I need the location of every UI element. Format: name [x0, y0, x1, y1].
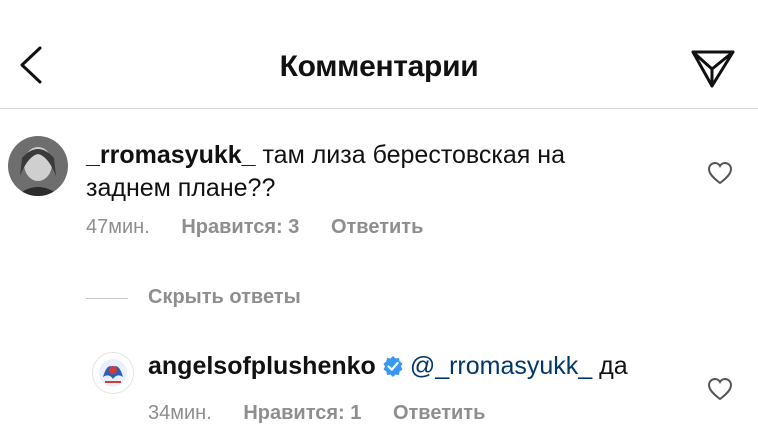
reply-mention-link[interactable]: @_rromasyukk_ [410, 352, 592, 380]
reply-time: 34мин. [148, 402, 212, 424]
heart-icon [707, 377, 733, 401]
user-photo-icon [8, 136, 68, 196]
reply-avatar[interactable] [92, 352, 134, 394]
reply-reply-button[interactable]: Ответить [393, 402, 485, 424]
avatar[interactable] [8, 136, 68, 196]
comment-text: _rromasyukk_ там лиза берестовская на за… [86, 139, 646, 205]
reply-meta: 34мин. Нравится: 1 Ответить [148, 402, 511, 425]
reply-username[interactable]: angelsofplushenko [148, 352, 376, 380]
like-button[interactable] [706, 160, 734, 186]
reply-likes-link[interactable]: Нравится: 1 [243, 402, 361, 424]
reply-like-button[interactable] [706, 376, 734, 402]
comment-time: 47мин. [86, 216, 150, 238]
hide-replies-button[interactable]: Скрыть ответы [148, 286, 301, 309]
header-divider [0, 108, 758, 109]
angels-logo-icon [93, 353, 133, 393]
verified-badge-icon [383, 356, 403, 377]
paper-plane-icon [691, 50, 735, 88]
heart-icon [707, 161, 733, 185]
page-title: Комментарии [279, 50, 479, 83]
header: Комментарии [0, 0, 758, 108]
comment-meta: 47мин. Нравится: 3 Ответить [86, 216, 449, 239]
comment-likes-link[interactable]: Нравится: 3 [181, 216, 299, 238]
reply-text: angelsofplushenko @_rromasyukk_ да [148, 350, 678, 383]
reply-body: да [599, 352, 628, 380]
comment-username[interactable]: _rromasyukk_ [86, 141, 256, 169]
share-button[interactable] [688, 46, 738, 90]
hide-replies-line [86, 298, 128, 299]
comment-reply-button[interactable]: Ответить [331, 216, 423, 238]
